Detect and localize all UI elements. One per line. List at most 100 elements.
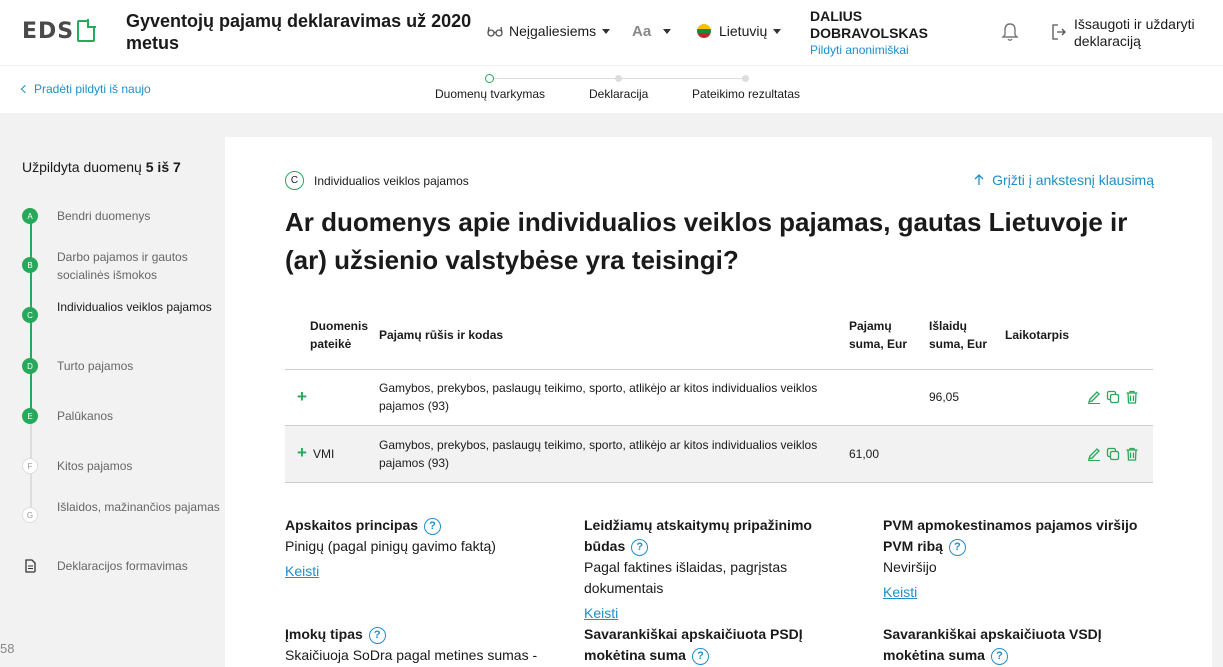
sidebar-item-label: Individualios veiklos pajamos xyxy=(57,300,212,314)
sidebar-item-label: Deklaracijos formavimas xyxy=(57,559,188,573)
font-size-label: Aa xyxy=(632,23,652,40)
edit-icon[interactable] xyxy=(1087,447,1101,461)
restart-link[interactable]: Pradėti pildyti iš naujo xyxy=(20,82,151,96)
step-badge: C xyxy=(22,307,38,323)
sidebar-item-label: Išlaidos, mažinančios pajamas xyxy=(57,500,220,514)
step-badge: B xyxy=(22,257,38,273)
chevron-down-icon xyxy=(602,28,611,34)
payment-type-block: Įmokų tipas? Skaičiuoja SoDra pagal meti… xyxy=(285,624,555,666)
col-header-income-amount: Pajamų suma, Eur xyxy=(845,301,925,370)
col-header-income-type: Pajamų rūšis ir kodas xyxy=(375,301,845,370)
lithuania-flag-icon xyxy=(697,24,711,38)
step-badge: A xyxy=(22,208,38,224)
logout-icon xyxy=(1052,24,1066,40)
step-badge: D xyxy=(22,358,38,374)
anonymous-fill-link[interactable]: Pildyti anonimiškai xyxy=(810,43,909,57)
accounting-principle-label: Apskaitos principas xyxy=(285,517,419,533)
progress-title: Užpildyta duomenų 5 iš 7 xyxy=(22,159,181,175)
main-card: C Individualios veiklos pajamos Grįžti į… xyxy=(225,137,1212,667)
bell-icon[interactable] xyxy=(1001,22,1019,42)
help-icon[interactable]: ? xyxy=(948,538,966,556)
section-badge: C xyxy=(285,171,304,190)
sidebar-item-interest[interactable]: E Palūkanos xyxy=(22,407,222,425)
save-and-close-label: Išsaugoti ir uždaryti deklaraciją xyxy=(1074,16,1195,49)
help-icon[interactable]: ? xyxy=(631,538,649,556)
font-size-menu[interactable]: Aa xyxy=(632,23,672,40)
col-header-provider: Duomenis pateikė xyxy=(285,301,375,370)
income-amount-cell: 61,00 xyxy=(845,425,925,483)
progress-bar: Pradėti pildyti iš naujo Duomenų tvarkym… xyxy=(0,65,1223,113)
col-header-period: Laikotarpis xyxy=(1001,301,1081,370)
help-icon[interactable]: ? xyxy=(368,626,386,644)
accounting-principle-value: Pinigų (pagal pinigų gavimo faktą) xyxy=(285,538,496,554)
trash-icon[interactable] xyxy=(1125,390,1139,404)
deduction-method-block: Leidžiamų atskaitymų pripažinimo būdas? … xyxy=(584,515,854,624)
vat-threshold-edit-link[interactable]: Keisti xyxy=(883,582,917,603)
expand-icon[interactable]: + xyxy=(297,443,307,462)
step-badge: E xyxy=(22,408,38,424)
help-icon[interactable]: ? xyxy=(424,517,442,535)
page-number: 58 xyxy=(0,641,15,656)
save-and-close-button[interactable]: Išsaugoti ir uždaryti deklaraciją xyxy=(1052,16,1212,50)
actions-cell xyxy=(1081,369,1153,426)
progress-value: 5 iš 7 xyxy=(145,159,181,175)
app-title: Gyventojų pajamų deklaravimas už 2020 me… xyxy=(126,11,472,53)
chevron-down-icon xyxy=(773,28,782,34)
chevron-left-icon xyxy=(20,84,30,94)
sidebar-item-employment[interactable]: B Darbo pajamos ir gautos socialinės išm… xyxy=(22,248,222,284)
expand-icon[interactable]: + xyxy=(297,387,307,406)
vat-threshold-label: PVM apmokestinamos pajamos viršijo PVM r… xyxy=(883,517,1138,554)
deduction-method-value: Pagal faktines išlaidas, pagrįstas dokum… xyxy=(584,559,788,596)
top-header: EDS Gyventojų pajamų deklaravimas už 202… xyxy=(0,0,1223,65)
accessibility-label: Neįgaliesiems xyxy=(509,23,597,39)
step-label-result: Pateikimo rezultatas xyxy=(692,87,801,101)
income-type-cell: Gamybos, prekybos, paslaugų teikimo, spo… xyxy=(375,369,845,426)
eds-logo[interactable]: EDS xyxy=(22,18,97,44)
help-icon[interactable]: ? xyxy=(990,647,1008,665)
actions-cell xyxy=(1081,425,1153,483)
period-cell xyxy=(1001,369,1081,426)
sidebar: Užpildyta duomenų 5 iš 7 A Bendri duomen… xyxy=(0,113,225,667)
sidebar-item-other-income[interactable]: F Kitos pajamos xyxy=(22,457,222,475)
language-menu[interactable]: Lietuvių xyxy=(697,23,782,39)
sidebar-item-formation[interactable]: Deklaracijos formavimas xyxy=(22,557,222,575)
help-icon[interactable]: ? xyxy=(691,647,709,665)
step-dot-active xyxy=(485,74,494,83)
question-heading: Ar duomenys apie individualios veiklos p… xyxy=(285,207,1128,275)
vat-threshold-value: Neviršijo xyxy=(883,559,937,575)
deduction-method-edit-link[interactable]: Keisti xyxy=(584,603,618,624)
document-icon xyxy=(77,19,97,42)
trash-icon[interactable] xyxy=(1125,447,1139,461)
payment-type-label: Įmokų tipas xyxy=(285,626,363,642)
document-icon xyxy=(25,559,36,573)
step-badge: G xyxy=(22,507,38,523)
sidebar-item-label: Darbo pajamos ir gautos socialinės išmok… xyxy=(57,250,188,282)
restart-label: Pradėti pildyti iš naujo xyxy=(34,82,151,96)
psd-amount-block: Savarankiškai apskaičiuota PSDĮ mokėtina… xyxy=(584,624,854,666)
provider-cell: + VMI xyxy=(285,425,375,483)
sidebar-item-expenses[interactable]: G Išlaidos, mažinančios pajamas xyxy=(22,498,222,523)
section-tag: C Individualios veiklos pajamos xyxy=(285,171,469,190)
col-header-actions xyxy=(1081,301,1153,370)
sidebar-item-property[interactable]: D Turto pajamos xyxy=(22,357,222,375)
period-cell xyxy=(1001,425,1081,483)
section-label: Individualios veiklos pajamos xyxy=(314,173,469,188)
step-badge: F xyxy=(22,458,38,474)
provider-cell: + xyxy=(285,369,375,426)
language-label: Lietuvių xyxy=(719,23,768,39)
previous-question-link[interactable]: Grįžti į ankstesnį klausimą xyxy=(974,172,1154,188)
glasses-icon xyxy=(487,26,503,37)
sidebar-item-general[interactable]: A Bendri duomenys xyxy=(22,207,222,225)
accessibility-menu[interactable]: Neįgaliesiems xyxy=(487,23,611,39)
sidebar-item-individual-activity[interactable]: C Individualios veiklos pajamos xyxy=(22,298,222,323)
accounting-principle-block: Apskaitos principas? Pinigų (pagal pinig… xyxy=(285,515,555,582)
copy-icon[interactable] xyxy=(1106,447,1120,461)
copy-icon[interactable] xyxy=(1106,390,1120,404)
accounting-principle-edit-link[interactable]: Keisti xyxy=(285,561,319,582)
income-type-cell: Gamybos, prekybos, paslaugų teikimo, spo… xyxy=(375,425,845,483)
income-table: Duomenis pateikė Pajamų rūšis ir kodas P… xyxy=(285,301,1153,483)
vsd-amount-block: Savarankiškai apskaičiuota VSDĮ mokėtina… xyxy=(883,624,1153,666)
edit-icon[interactable] xyxy=(1087,390,1101,404)
payment-type-value: Skaičiuoja SoDra pagal metines sumas - xyxy=(285,647,538,663)
sidebar-item-label: Palūkanos xyxy=(57,409,114,423)
